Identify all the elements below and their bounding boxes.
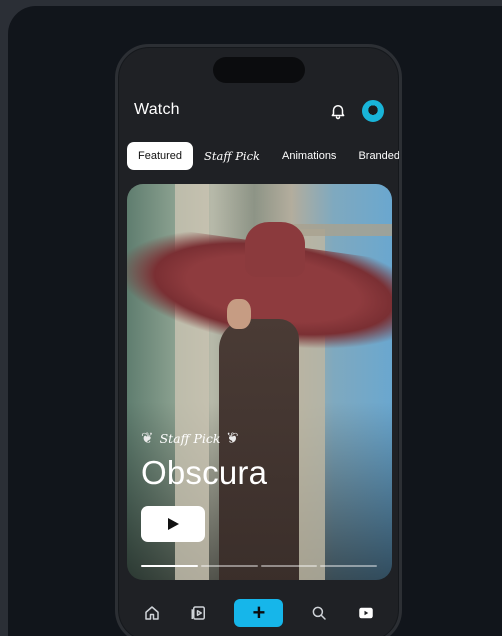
video-library-icon xyxy=(191,606,206,620)
figure-face xyxy=(227,299,251,329)
progress-segment xyxy=(260,565,318,567)
avatar[interactable] xyxy=(362,100,384,122)
figure xyxy=(219,319,299,580)
home-icon xyxy=(144,606,159,620)
laurel-left-icon: ❦ xyxy=(141,429,154,447)
search-icon xyxy=(312,606,326,620)
plus-icon: + xyxy=(252,600,266,625)
play-button[interactable] xyxy=(141,506,205,542)
tab-featured[interactable]: Featured xyxy=(127,142,194,170)
bell-icon[interactable] xyxy=(329,102,347,120)
nav-home[interactable] xyxy=(140,601,164,625)
featured-video-card[interactable]: ❦ Staff Pick ❦ Obscura xyxy=(127,184,392,580)
create-button[interactable]: + xyxy=(234,599,284,627)
award-label: Staff Pick xyxy=(159,430,221,446)
page-title: Watch xyxy=(134,101,180,118)
hat-crown xyxy=(245,222,305,277)
play-icon xyxy=(168,518,179,530)
phone-frame: Watch Featured Staff Pick Animations Bra… xyxy=(115,44,402,636)
progress-segment xyxy=(200,565,258,567)
category-tabs: Featured Staff Pick Animations Branded c xyxy=(127,140,399,172)
tab-animations[interactable]: Animations xyxy=(271,142,347,170)
staff-pick-award: ❦ Staff Pick ❦ xyxy=(141,429,239,447)
progress-segment xyxy=(141,565,198,567)
tab-staff-pick[interactable]: Staff Pick xyxy=(193,141,271,171)
carousel-progress xyxy=(141,565,377,567)
dynamic-island xyxy=(213,57,305,83)
laurel-right-icon: ❦ xyxy=(226,429,240,447)
tab-branded[interactable]: Branded c xyxy=(347,142,399,170)
nav-search[interactable] xyxy=(307,601,331,625)
nav-library[interactable] xyxy=(187,601,211,625)
video-title: Obscura xyxy=(141,454,268,491)
progress-segment xyxy=(320,565,377,567)
nav-watch[interactable] xyxy=(354,601,378,625)
bottom-nav: + xyxy=(118,595,399,631)
play-square-icon xyxy=(359,607,373,619)
